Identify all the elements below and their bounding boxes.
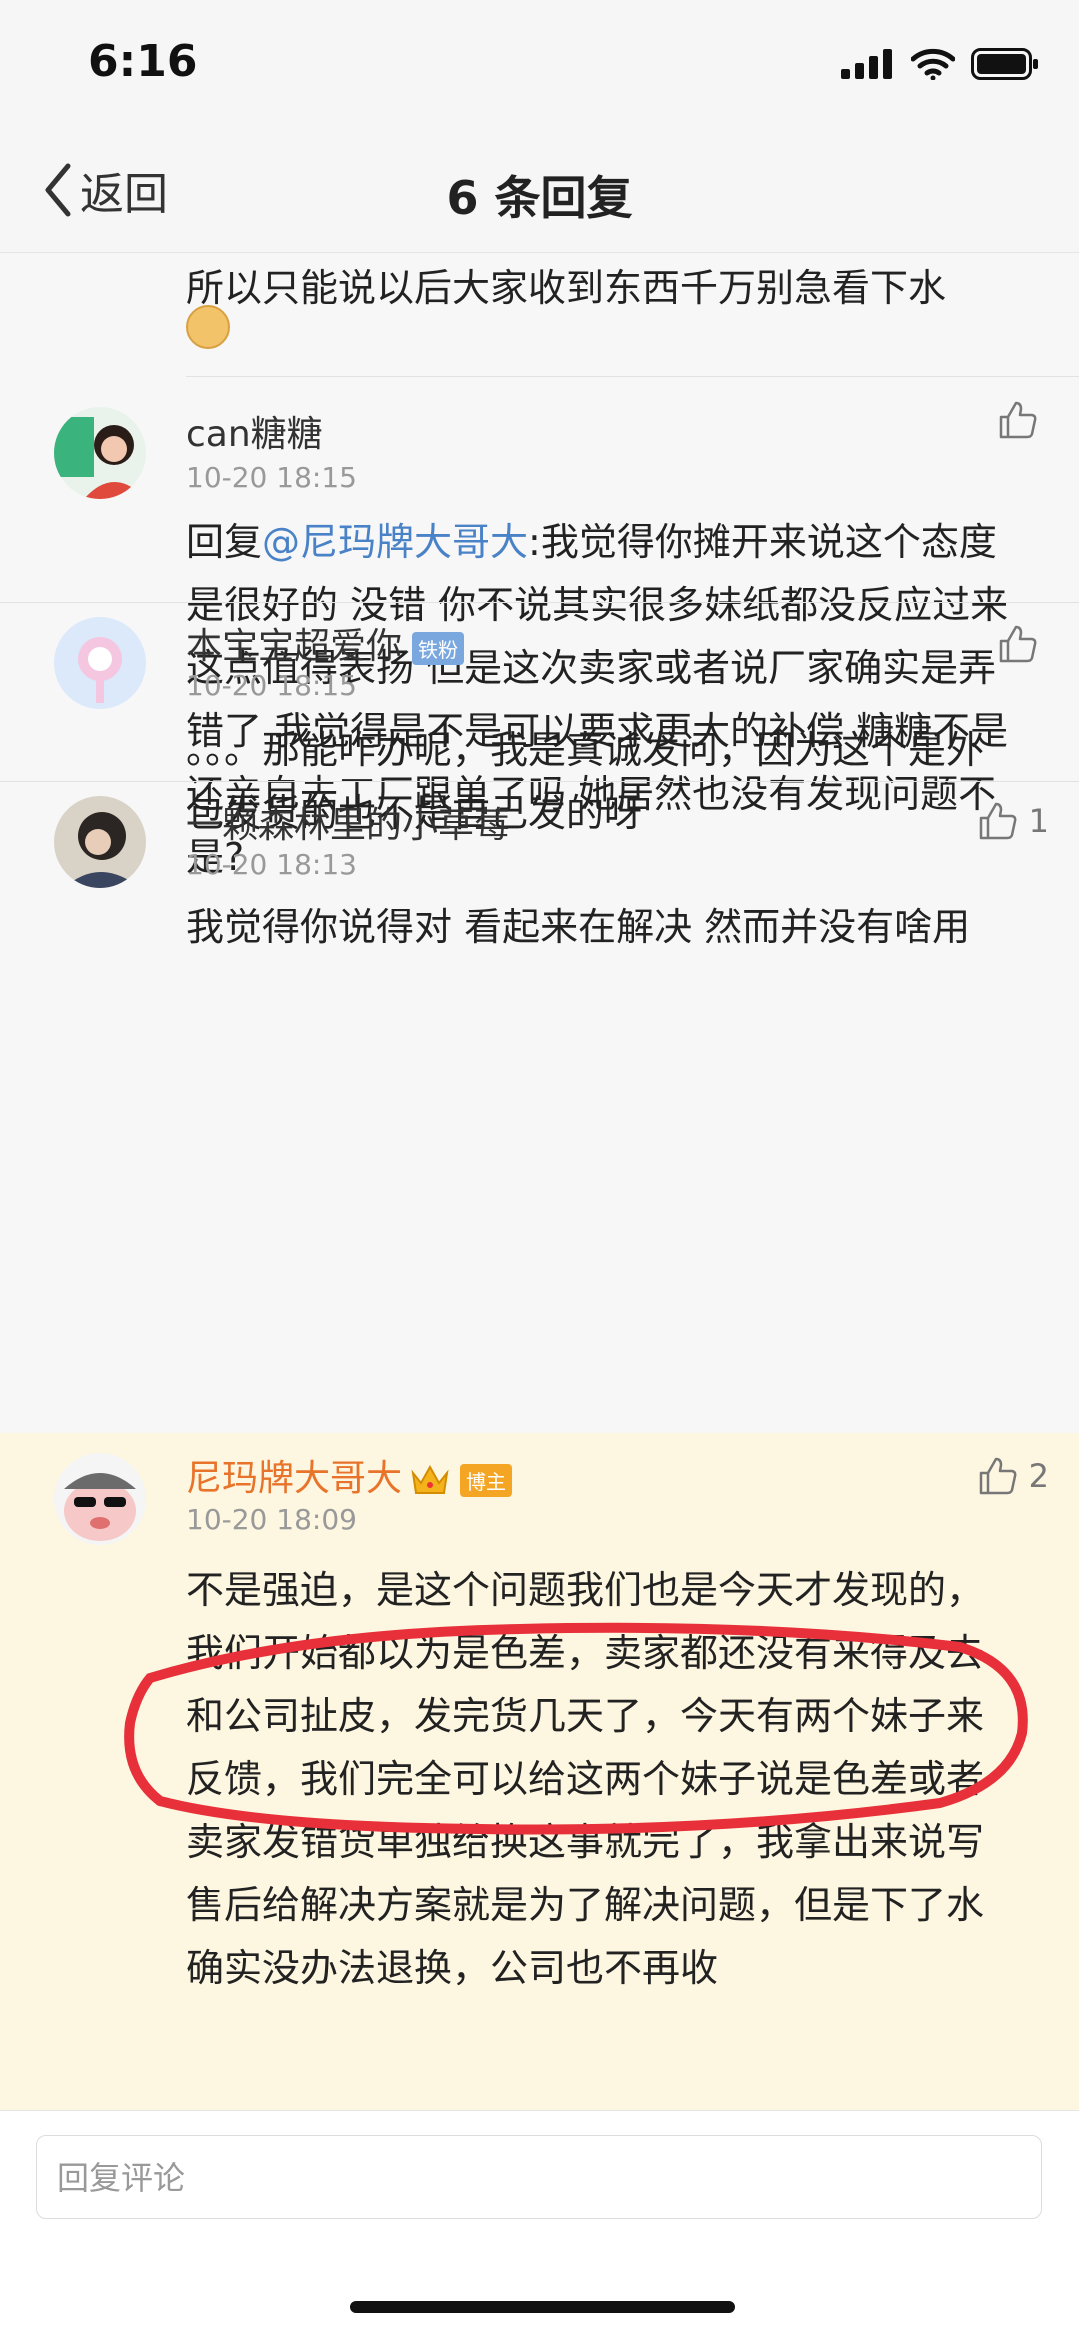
divider — [0, 781, 1079, 782]
username[interactable]: 一颗森林里的小草莓 — [186, 796, 510, 848]
comment-text: 我觉得你说得对 看起来在解决 然而并没有啥用 — [186, 905, 971, 949]
reply-prefix: 回复 — [186, 520, 263, 564]
crown-icon — [411, 1464, 449, 1494]
thumbs-up-icon — [999, 401, 1037, 439]
avatar[interactable] — [54, 407, 146, 499]
status-bar: 6:16 — [0, 0, 1079, 132]
page-title: 6 条回复 — [446, 171, 633, 225]
comment-list[interactable]: 所以只能说以后大家收到东西千万别急看下水 can糖糖 10-20 18:15 回… — [0, 253, 1079, 2110]
avatar[interactable] — [54, 617, 146, 709]
battery-icon — [971, 48, 1038, 80]
avatar[interactable] — [54, 796, 146, 888]
username[interactable]: can糖糖 — [186, 405, 323, 457]
comment-time: 10-20 18:13 — [186, 848, 357, 881]
comment-time: 10-20 18:15 — [186, 461, 357, 494]
navigation-bar: 返回 6 条回复 — [0, 132, 1079, 253]
like-count: 1 — [1028, 802, 1049, 840]
comment-time: 10-20 18:15 — [186, 669, 357, 702]
home-indicator[interactable] — [350, 2301, 735, 2313]
cellular-signal-icon — [841, 49, 892, 79]
username[interactable]: 尼玛牌大哥大 博主 — [186, 1449, 513, 1501]
thumbs-up-icon — [999, 625, 1037, 663]
like-button[interactable] — [997, 399, 1049, 441]
previous-comment-tail: 所以只能说以后大家收到东西千万别急看下水 — [186, 266, 947, 310]
comment-text: 不是强迫，是这个问题我们也是今天才发现的，我们开始都以为是色差，卖家都还没有来得… — [186, 1568, 985, 1990]
comment-time: 10-20 18:09 — [186, 1503, 357, 1536]
divider — [0, 602, 1079, 603]
like-button[interactable]: 2 — [977, 1455, 1049, 1497]
like-count: 2 — [1028, 1457, 1049, 1495]
username-text: 尼玛牌大哥大 — [186, 1458, 403, 1499]
avatar[interactable] — [54, 1453, 146, 1545]
reply-comment-input[interactable]: 回复评论 — [36, 2135, 1042, 2219]
like-button[interactable] — [997, 623, 1049, 665]
username-text: 本宝宝超爱你 — [186, 626, 403, 667]
username[interactable]: 本宝宝超爱你 铁粉 — [186, 617, 465, 669]
wifi-icon — [911, 48, 955, 80]
mention-link[interactable]: @尼玛牌大哥大 — [262, 520, 528, 564]
thumbs-up-icon — [979, 802, 1017, 840]
status-time: 6:16 — [88, 36, 198, 87]
blogger-badge: 博主 — [460, 1463, 513, 1497]
status-icons — [841, 44, 1039, 84]
divider — [186, 376, 1079, 377]
like-button[interactable]: 1 — [977, 800, 1049, 842]
thumbs-up-icon — [979, 1457, 1017, 1495]
doge-emoji-icon — [186, 305, 230, 349]
fan-badge: 铁粉 — [412, 631, 465, 665]
